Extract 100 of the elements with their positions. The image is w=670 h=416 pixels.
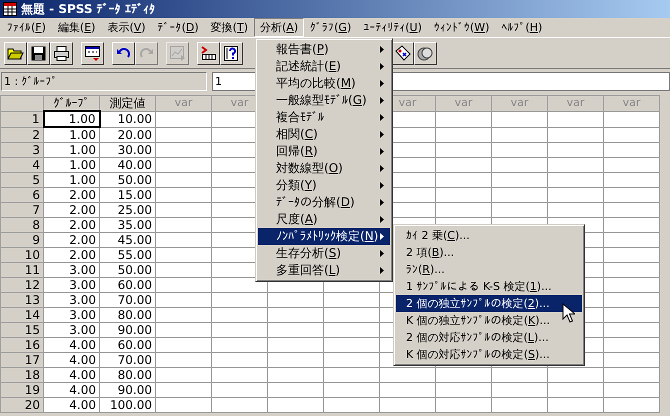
row-number[interactable]: 4: [0, 158, 44, 172]
table-cell[interactable]: 45.00: [100, 232, 156, 248]
menu-item[interactable]: ﾃﾞｰﾀの分解(D): [258, 194, 390, 211]
table-cell[interactable]: 80.00: [100, 308, 156, 322]
table-cell[interactable]: 20.00: [100, 127, 156, 142]
menu-item[interactable]: ﾕｰﾃｨﾘﾃｨ(U): [357, 19, 428, 36]
dialog-recall-icon[interactable]: [81, 42, 104, 64]
row-number[interactable]: 16: [0, 338, 44, 352]
table-cell[interactable]: 4.00: [44, 368, 100, 382]
row-number[interactable]: 7: [0, 202, 44, 218]
table-cell[interactable]: 70.00: [100, 352, 156, 368]
table-cell[interactable]: 3.00: [44, 262, 100, 278]
menu-item[interactable]: 変換(T): [204, 18, 254, 37]
variable-help-icon[interactable]: [220, 42, 243, 64]
table-cell[interactable]: 3.00: [44, 292, 100, 308]
table-cell[interactable]: 4.00: [44, 338, 100, 352]
table-cell[interactable]: 55.00: [100, 248, 156, 262]
column-header[interactable]: ｸﾞﾙｰﾌﾟ: [44, 96, 100, 111]
menu-item[interactable]: 対数線型(O): [258, 160, 390, 177]
table-cell[interactable]: 10.00: [100, 111, 156, 127]
menu-item[interactable]: 分類(Y): [258, 177, 390, 194]
menu-item[interactable]: 回帰(R): [258, 143, 390, 160]
row-number[interactable]: 12: [0, 278, 44, 292]
table-cell[interactable]: 30.00: [100, 142, 156, 158]
table-cell[interactable]: 60.00: [100, 278, 156, 292]
menu-item[interactable]: 平均の比較(M): [258, 75, 390, 92]
menu-item[interactable]: 生存分析(S): [258, 245, 390, 262]
table-cell[interactable]: 50.00: [100, 172, 156, 188]
table-cell[interactable]: 2.00: [44, 218, 100, 232]
menu-item[interactable]: ﾉﾝﾊﾟﾗﾒﾄﾘｯｸ検定(N): [258, 228, 390, 245]
table-cell[interactable]: 3.00: [44, 278, 100, 292]
menu-item[interactable]: ﾍﾙﾌﾟ(H): [495, 19, 548, 36]
table-cell[interactable]: 1.00: [44, 127, 100, 142]
table-cell[interactable]: 35.00: [100, 218, 156, 232]
menu-item[interactable]: ｸﾞﾗﾌ(G): [304, 19, 358, 36]
table-cell[interactable]: 80.00: [100, 368, 156, 382]
menu-item[interactable]: 多重回答(L): [258, 262, 390, 279]
table-cell[interactable]: 40.00: [100, 158, 156, 172]
menu-item[interactable]: K 個の対応ｻﾝﾌﾟﾙの検定(S)...: [396, 346, 582, 363]
row-number[interactable]: 14: [0, 308, 44, 322]
table-cell[interactable]: 90.00: [100, 322, 156, 338]
row-number[interactable]: 3: [0, 142, 44, 158]
menu-item[interactable]: ﾗﾝ(R)...: [396, 261, 582, 278]
table-cell[interactable]: 15.00: [100, 188, 156, 202]
circles-icon[interactable]: [414, 42, 437, 64]
printer-icon[interactable]: [50, 42, 73, 64]
table-cell[interactable]: 2.00: [44, 248, 100, 262]
menu-item[interactable]: 1 ｻﾝﾌﾟﾙによる K-S 検定(1)...: [396, 278, 582, 295]
row-number[interactable]: 13: [0, 292, 44, 308]
table-cell[interactable]: 2.00: [44, 188, 100, 202]
column-header[interactable]: 測定値: [100, 96, 156, 111]
table-cell[interactable]: 1.00: [44, 158, 100, 172]
menu-item[interactable]: K 個の独立ｻﾝﾌﾟﾙの検定(K)...: [396, 312, 582, 329]
row-number[interactable]: 11: [0, 262, 44, 278]
menu-item[interactable]: 2 項(B)...: [396, 244, 582, 261]
row-number[interactable]: 6: [0, 188, 44, 202]
menu-item[interactable]: 複合ﾓﾃﾞﾙ: [258, 109, 390, 126]
table-cell[interactable]: 4.00: [44, 382, 100, 398]
menu-item[interactable]: 相関(C): [258, 126, 390, 143]
table-cell[interactable]: 70.00: [100, 292, 156, 308]
row-number[interactable]: 5: [0, 172, 44, 188]
menu-item[interactable]: 編集(E): [52, 18, 102, 37]
table-cell[interactable]: 2.00: [44, 232, 100, 248]
table-cell[interactable]: 1.00: [44, 111, 100, 127]
menu-item[interactable]: 報告書(P): [258, 41, 390, 58]
menu-item[interactable]: ｶｲ 2 乗(C)...: [396, 227, 582, 244]
table-cell[interactable]: 60.00: [100, 338, 156, 352]
menu-item[interactable]: ｳｨﾝﾄﾞｳ(W): [428, 19, 496, 36]
table-cell[interactable]: 4.00: [44, 352, 100, 368]
menu-item[interactable]: ﾃﾞｰﾀ(D): [152, 19, 205, 36]
table-cell[interactable]: 3.00: [44, 322, 100, 338]
row-number[interactable]: 20: [0, 398, 44, 412]
row-number[interactable]: 15: [0, 322, 44, 338]
menu-item[interactable]: 2 個の対応ｻﾝﾌﾟﾙの検定(L)...: [396, 329, 582, 346]
table-cell[interactable]: 100.00: [100, 398, 156, 412]
table-cell[interactable]: 1.00: [44, 142, 100, 158]
row-number[interactable]: 17: [0, 352, 44, 368]
table-cell[interactable]: 4.00: [44, 398, 100, 412]
table-cell[interactable]: 1.00: [44, 172, 100, 188]
row-number[interactable]: 19: [0, 382, 44, 398]
row-number[interactable]: 1: [0, 111, 44, 127]
table-cell[interactable]: 2.00: [44, 202, 100, 218]
menu-item[interactable]: 分析(A): [254, 18, 304, 37]
menu-item[interactable]: 表示(V): [101, 18, 152, 37]
row-number[interactable]: 2: [0, 127, 44, 142]
window-title: 無題 - SPSS ﾃﾞｰﾀ ｴﾃﾞｨﾀ: [21, 0, 155, 18]
tag-icon[interactable]: [391, 42, 414, 64]
row-number[interactable]: 8: [0, 218, 44, 232]
row-number[interactable]: 18: [0, 368, 44, 382]
table-cell[interactable]: 3.00: [44, 308, 100, 322]
menu-item[interactable]: 尺度(A): [258, 211, 390, 228]
menu-item[interactable]: ﾌｧｲﾙ(F): [1, 19, 52, 36]
folder-icon[interactable]: [4, 42, 27, 64]
row-number[interactable]: 9: [0, 232, 44, 248]
table-cell[interactable]: 50.00: [100, 262, 156, 278]
table-cell[interactable]: 90.00: [100, 382, 156, 398]
row-number[interactable]: 10: [0, 248, 44, 262]
menu-item[interactable]: 2 個の独立ｻﾝﾌﾟﾙの検定(2)...: [396, 295, 582, 312]
table-cell[interactable]: 25.00: [100, 202, 156, 218]
goto-case-icon[interactable]: [197, 42, 220, 64]
